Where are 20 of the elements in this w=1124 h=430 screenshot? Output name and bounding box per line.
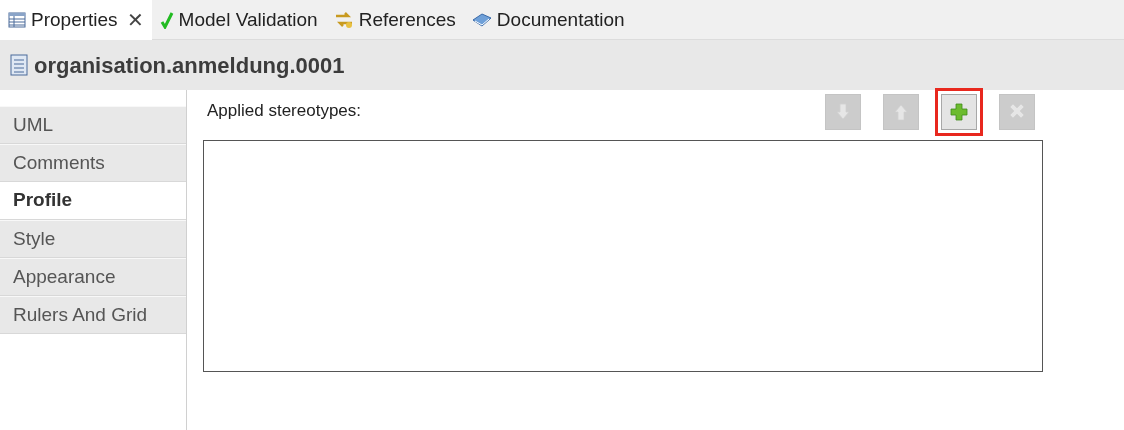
sidebar-tab[interactable]: Appearance bbox=[0, 258, 186, 296]
view-tab[interactable]: Model Validation bbox=[151, 0, 326, 40]
view-tab[interactable]: References bbox=[325, 0, 464, 40]
view-tab[interactable]: Documentation bbox=[463, 0, 633, 40]
toolbar-button[interactable] bbox=[941, 94, 977, 130]
check-icon bbox=[159, 11, 174, 29]
close-icon[interactable]: ✕ bbox=[126, 5, 144, 35]
sidebar-tab[interactable]: Style bbox=[0, 220, 186, 258]
plus-icon bbox=[948, 101, 970, 123]
sidebar-tab[interactable]: Comments bbox=[0, 144, 186, 182]
sidebar-tab[interactable]: Rulers And Grid bbox=[0, 296, 186, 334]
sidebar-tab[interactable]: UML bbox=[0, 106, 186, 144]
header-title: organisation.anmeldung.0001 bbox=[34, 51, 345, 80]
arrows-icon bbox=[333, 11, 354, 29]
table-icon bbox=[8, 12, 26, 28]
book-icon bbox=[471, 12, 492, 28]
view-tab[interactable]: Properties ✕ bbox=[0, 0, 152, 40]
section-label: Applied stereotypes: bbox=[206, 100, 363, 123]
document-icon bbox=[10, 54, 28, 76]
stereotype-list[interactable] bbox=[203, 140, 1043, 372]
